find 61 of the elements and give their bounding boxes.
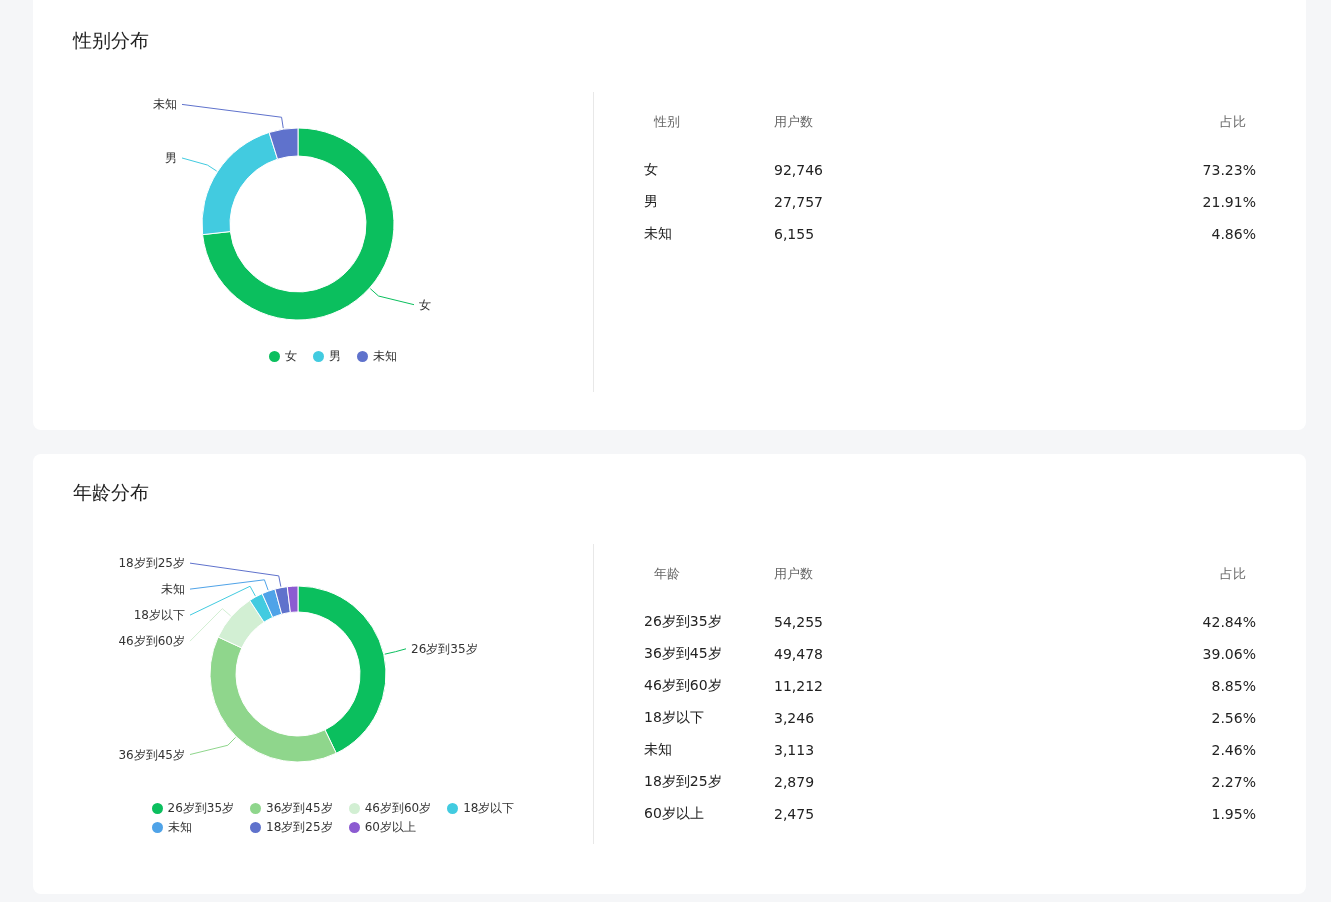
slice-label: 46岁到60岁	[118, 634, 185, 649]
slice-label: 女	[419, 297, 431, 312]
table-cell-text: 27,757	[774, 194, 824, 210]
table-cell-text: 2.56%	[1210, 710, 1256, 726]
table-cell-text: 54,255	[774, 614, 824, 630]
table-cell-text: 49,478	[774, 646, 824, 662]
slice-label: 18岁以下	[133, 608, 185, 623]
table-cell-text: 男	[644, 193, 659, 211]
column-header: 用户数	[774, 565, 814, 583]
slice-label: 18岁到25岁	[118, 556, 185, 571]
table-cell-text: 2.46%	[1210, 742, 1256, 758]
column-header: 占比	[1219, 113, 1247, 131]
table-cell-text: 73.23%	[1201, 162, 1256, 178]
column-header: 性别	[653, 113, 681, 131]
legend-item[interactable]: 未知	[151, 819, 235, 836]
legend-item[interactable]: 26岁到35岁	[151, 800, 235, 817]
table-cell-text: 未知	[644, 225, 673, 243]
legend-item[interactable]: 18岁以下	[447, 800, 515, 817]
table-cell-text: 36岁到45岁	[644, 645, 723, 663]
table-cell-text: 3,113	[774, 742, 816, 758]
table-cell-text: 42.84%	[1201, 614, 1256, 630]
slice-label: 36岁到45岁	[118, 747, 185, 762]
column-header: 用户数	[774, 113, 814, 131]
legend-item[interactable]: 女	[269, 348, 297, 365]
table-cell-text: 6,155	[774, 226, 816, 242]
table-cell-text: 18岁到25岁	[644, 773, 723, 791]
table-cell-text: 2,879	[774, 774, 816, 790]
table-cell-text: 2,475	[774, 806, 816, 822]
legend-item[interactable]: 18岁到25岁	[250, 819, 333, 836]
slice-label: 26岁到35岁	[411, 641, 478, 656]
legend-item[interactable]: 60岁以上	[348, 819, 432, 836]
column-header: 年龄	[653, 565, 681, 583]
table-cell-text: 60岁以上	[644, 805, 705, 823]
table-cell-text: 女	[644, 161, 659, 179]
leader-line	[181, 157, 218, 172]
table-cell-text: 46岁到60岁	[644, 677, 723, 695]
table-cell-text: 未知	[644, 741, 673, 759]
legend-item[interactable]: 46岁到60岁	[348, 800, 432, 817]
table-cell-text: 8.85%	[1210, 678, 1256, 694]
slice-label: 未知	[161, 582, 185, 597]
table-cell-text: 11,212	[774, 678, 824, 694]
table-cell-text: 21.91%	[1201, 194, 1256, 210]
table-cell-text: 4.86%	[1210, 226, 1256, 242]
table-cell-text: 39.06%	[1201, 646, 1256, 662]
slice-label: 男	[165, 151, 177, 165]
table-cell-text: 2.27%	[1210, 774, 1256, 790]
table-cell-text: 18岁以下	[644, 709, 705, 727]
leader-line	[384, 648, 407, 655]
section-title: 年龄分布	[73, 480, 150, 505]
slice-label: 未知	[153, 97, 177, 112]
leader-line	[369, 288, 415, 306]
table-cell-text: 26岁到35岁	[644, 613, 723, 631]
table-cell-text: 1.95%	[1210, 806, 1256, 822]
table-cell-text: 92,746	[774, 162, 824, 178]
section-title: 性别分布	[73, 28, 150, 53]
legend-item[interactable]: 男	[313, 348, 341, 365]
legend-item[interactable]: 未知	[357, 348, 397, 365]
table-cell-text: 3,246	[774, 710, 816, 726]
column-header: 占比	[1219, 565, 1247, 583]
legend-item[interactable]: 36岁到45岁	[250, 800, 333, 817]
leader-line	[189, 736, 237, 755]
